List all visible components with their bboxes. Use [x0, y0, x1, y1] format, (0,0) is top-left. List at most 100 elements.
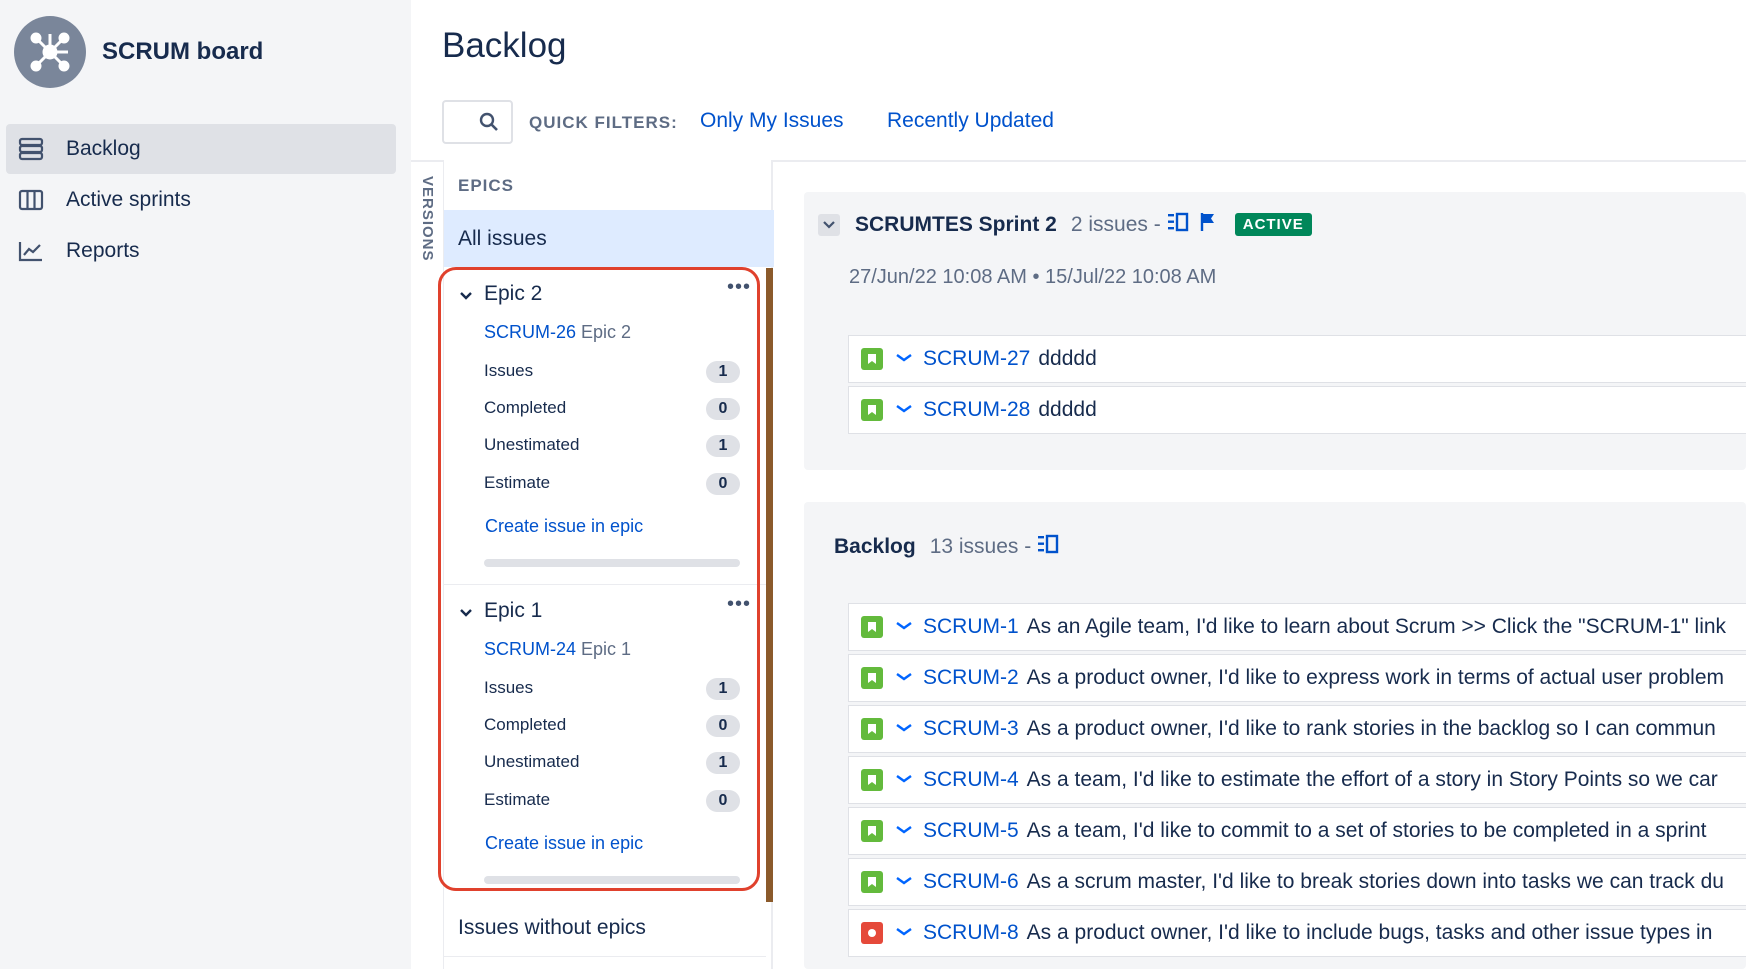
epic-stat-unestimated: Unestimated 1 [484, 752, 740, 776]
epic-card[interactable]: Epic 1 ••• SCRUM-24 Epic 1 Issues 1 Comp… [444, 585, 764, 901]
story-icon [861, 399, 883, 421]
issue-key-link[interactable]: SCRUM-27 [923, 347, 1030, 371]
chart-line-icon [18, 239, 48, 263]
project-network-icon [30, 32, 70, 72]
story-icon [861, 616, 883, 638]
issue-row[interactable]: SCRUM-8 As a product owner, I'd like to … [848, 909, 1746, 957]
issue-summary: ddddd [1038, 347, 1097, 370]
filter-recently-updated[interactable]: Recently Updated [887, 109, 1054, 133]
priority-low-icon [895, 618, 913, 636]
issue-summary: As a team, I'd like to estimate the effo… [1026, 768, 1718, 791]
story-icon [861, 871, 883, 893]
issue-row[interactable]: SCRUM-1 As an Agile team, I'd like to le… [848, 603, 1746, 651]
sprint-name: SCRUMTES Sprint 2 [855, 212, 1057, 236]
sidebar-item-active-sprints[interactable]: Active sprints [6, 175, 396, 225]
sprint-issue-count: 2 issues - [1070, 212, 1161, 236]
project-avatar [14, 16, 86, 88]
epics-panel: EPICS All issues Epic 2 ••• SCRUM-26 Epi… [443, 160, 774, 969]
sidebar-nav: Backlog Active sprints Reports [6, 124, 396, 277]
issue-key-link[interactable]: SCRUM-1 [923, 615, 1019, 639]
stat-label: Completed [484, 398, 567, 417]
sidebar: SCRUM board Backlog Active sprints Repor… [0, 0, 411, 969]
issue-row[interactable]: SCRUM-3 As a product owner, I'd like to … [848, 705, 1746, 753]
board-columns-icon [18, 188, 48, 212]
issue-row[interactable]: SCRUM-27 ddddd [848, 335, 1746, 383]
epic-color-bar [766, 268, 773, 902]
filter-only-my-issues[interactable]: Only My Issues [700, 109, 844, 133]
stat-label: Unestimated [484, 752, 580, 771]
search-icon [479, 112, 499, 137]
project-header[interactable]: SCRUM board [14, 16, 263, 88]
epic-progress-bar [484, 559, 740, 567]
sprint-header: SCRUMTES Sprint 2 2 issues - ACTIVE [855, 212, 1312, 237]
epic-stat-issues: Issues 1 [484, 361, 740, 385]
story-icon [861, 667, 883, 689]
card-view-icon[interactable] [1167, 212, 1189, 237]
epic-filter-all-issues[interactable]: All issues [444, 210, 774, 267]
stat-label: Issues [484, 678, 534, 697]
epic-stat-completed: Completed 0 [484, 715, 740, 739]
epic-filter-issues-without-epics[interactable]: Issues without epics [444, 900, 766, 957]
stat-label: Issues [484, 361, 534, 380]
issue-key-link[interactable]: SCRUM-2 [923, 666, 1019, 690]
stat-count-badge: 1 [706, 752, 740, 774]
epic-key-link[interactable]: SCRUM-24 [484, 639, 576, 659]
epic-card[interactable]: Epic 2 ••• SCRUM-26 Epic 2 Issues 1 Comp… [444, 268, 764, 584]
stat-count-badge: 1 [706, 361, 740, 383]
sprint-collapse-button[interactable] [818, 214, 840, 236]
priority-low-icon [895, 669, 913, 687]
issue-summary: As a product owner, I'd like to rank sto… [1026, 717, 1716, 740]
sprint-dates: 27/Jun/22 10:08 AM • 15/Jul/22 10:08 AM [849, 266, 1217, 288]
sidebar-item-reports[interactable]: Reports [6, 226, 396, 276]
stat-count-badge: 0 [706, 715, 740, 737]
sidebar-item-backlog[interactable]: Backlog [6, 124, 396, 174]
issue-row[interactable]: SCRUM-5 As a team, I'd like to commit to… [848, 807, 1746, 855]
create-issue-in-epic-link[interactable]: Create issue in epic [485, 833, 643, 854]
issue-row[interactable]: SCRUM-6 As a scrum master, I'd like to b… [848, 858, 1746, 906]
epic-name: Epic 1 [484, 599, 543, 622]
chevron-down-icon[interactable] [458, 605, 474, 626]
epic-key-link[interactable]: SCRUM-26 [484, 322, 576, 342]
priority-low-icon [895, 771, 913, 789]
sidebar-item-label: Active sprints [66, 188, 191, 211]
stat-label: Estimate [484, 473, 551, 492]
story-icon [861, 348, 883, 370]
epic-key-name: Epic 1 [581, 639, 632, 659]
issue-key-link[interactable]: SCRUM-8 [923, 921, 1019, 945]
search-input[interactable] [442, 100, 513, 144]
more-actions-icon[interactable]: ••• [727, 276, 751, 299]
issue-row[interactable]: SCRUM-4 As a team, I'd like to estimate … [848, 756, 1746, 804]
chevron-down-icon[interactable] [458, 288, 474, 309]
priority-low-icon [895, 822, 913, 840]
project-name: SCRUM board [102, 38, 264, 65]
versions-tab[interactable]: VERSIONS [416, 176, 438, 276]
stat-count-badge: 1 [706, 435, 740, 457]
issue-key-link[interactable]: SCRUM-5 [923, 819, 1019, 843]
issue-key-link[interactable]: SCRUM-3 [923, 717, 1019, 741]
flag-icon[interactable] [1199, 212, 1217, 237]
story-icon [861, 718, 883, 740]
epic-stat-unestimated: Unestimated 1 [484, 435, 740, 459]
epic-progress-bar [484, 876, 740, 884]
issue-summary: ddddd [1038, 398, 1097, 421]
chevron-down-icon [823, 221, 835, 229]
backlog-issue-count: 13 issues - [929, 534, 1032, 558]
issue-key-link[interactable]: SCRUM-6 [923, 870, 1019, 894]
sidebar-item-label: Backlog [66, 137, 141, 160]
issue-row[interactable]: SCRUM-2 As a product owner, I'd like to … [848, 654, 1746, 702]
stat-count-badge: 1 [706, 678, 740, 700]
stat-count-badge: 0 [706, 790, 740, 812]
priority-low-icon [895, 924, 913, 942]
card-view-icon[interactable] [1037, 534, 1059, 559]
create-issue-in-epic-link[interactable]: Create issue in epic [485, 516, 643, 537]
stat-count-badge: 0 [706, 473, 740, 495]
epic-stat-estimate: Estimate 0 [484, 790, 740, 814]
issue-summary: As a team, I'd like to commit to a set o… [1026, 819, 1707, 842]
issue-summary: As a product owner, I'd like to include … [1026, 921, 1713, 944]
priority-low-icon [895, 401, 913, 419]
issue-row[interactable]: SCRUM-28 ddddd [848, 386, 1746, 434]
epic-key-name: Epic 2 [581, 322, 632, 342]
more-actions-icon[interactable]: ••• [727, 593, 751, 616]
issue-key-link[interactable]: SCRUM-4 [923, 768, 1019, 792]
issue-key-link[interactable]: SCRUM-28 [923, 398, 1030, 422]
